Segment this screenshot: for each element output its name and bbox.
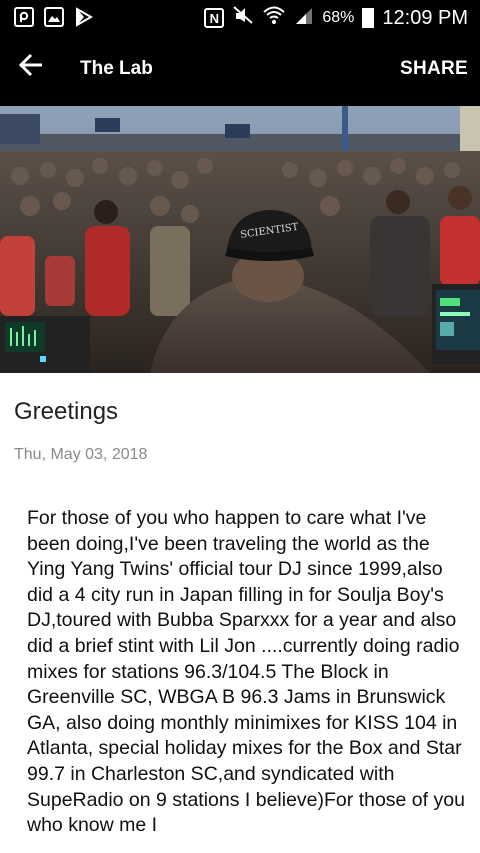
article-title: Greetings: [14, 398, 119, 425]
app-bar: The Lab SHARE: [0, 34, 480, 106]
arrow-left-icon: [18, 53, 42, 77]
article-body: For those of you who happen to care what…: [27, 507, 465, 837]
signal-icon: [294, 5, 314, 31]
gallery-icon: [44, 7, 64, 27]
notification-icons: [14, 7, 94, 27]
status-bar: N 68% 12:09 PM: [0, 0, 480, 34]
hero-image: SCIENTIST: [0, 106, 480, 373]
back-button[interactable]: [18, 52, 58, 88]
wifi-icon: [262, 5, 286, 31]
battery-icon: [362, 8, 375, 28]
system-icons: N 68% 12:09 PM: [204, 5, 468, 31]
flipboard-icon: [14, 7, 34, 27]
nfc-icon: N: [204, 8, 225, 28]
share-button[interactable]: SHARE: [400, 58, 468, 80]
article-date: Thu, May 03, 2018: [14, 446, 148, 463]
battery-percent: 68%: [322, 9, 355, 26]
mute-icon: [232, 5, 254, 31]
clock: 12:09 PM: [382, 6, 468, 29]
page-title: The Lab: [80, 58, 153, 79]
play-store-icon: [74, 7, 94, 27]
